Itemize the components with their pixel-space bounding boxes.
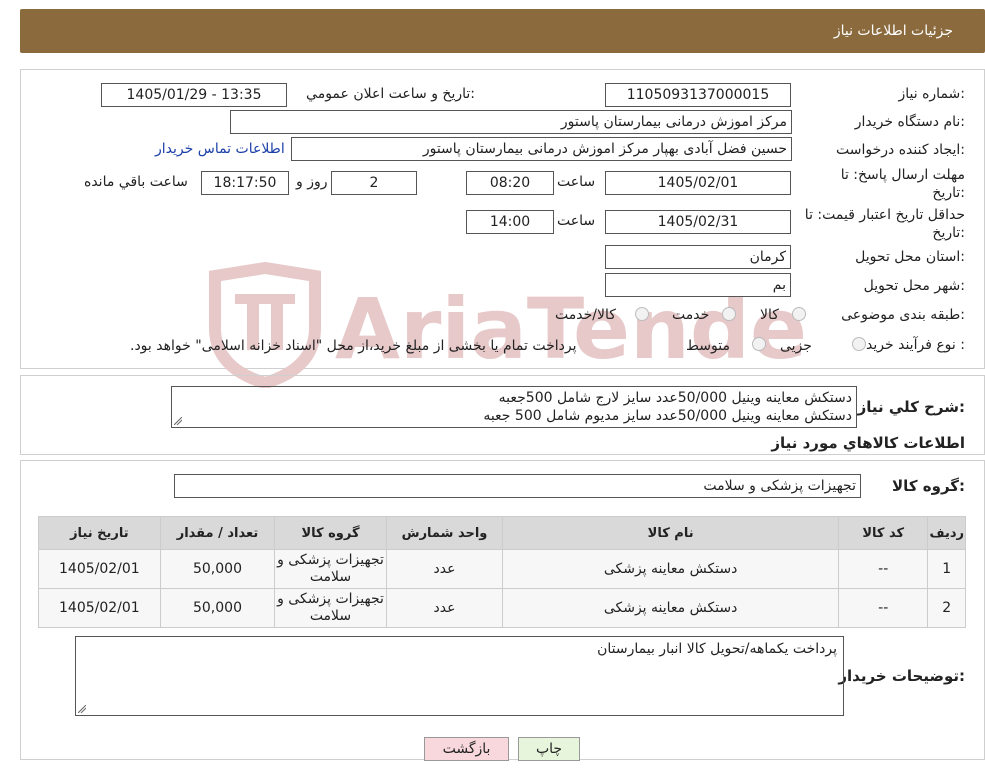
print-button[interactable]: چاپ xyxy=(518,737,580,761)
deadline-date-field: 1405/02/01 xyxy=(605,171,791,195)
validity-date-field: 1405/02/31 xyxy=(605,210,791,234)
col-code: کد کالا xyxy=(837,516,929,550)
category-service-label: خدمت xyxy=(672,307,710,323)
deadline-time-label: ساعت xyxy=(557,174,596,190)
deadline-label: مهلت ارسال پاسخ: تا تاریخ: xyxy=(840,167,965,201)
goods-group-field: تجهیزات پزشکی و سلامت xyxy=(174,474,861,498)
announce-field: 1405/01/29 - 13:35 xyxy=(101,83,287,107)
goods-group-label: گروه کالا: xyxy=(892,477,965,495)
remaining-label: ساعت باقي مانده xyxy=(84,174,188,190)
process-note: پرداخت تمام یا بخشی از مبلغ خرید،از محل … xyxy=(130,338,577,354)
requester-label: ایجاد کننده درخواست: xyxy=(836,142,965,158)
notes-label: توضیحات خریدار: xyxy=(838,667,965,685)
resize-handle-icon[interactable] xyxy=(78,705,86,713)
page-header: جزئیات اطلاعات نیاز xyxy=(20,9,985,53)
col-row-num: رديف xyxy=(927,516,966,550)
col-date: تاریخ نیاز xyxy=(38,516,161,550)
col-unit: واحد شمارش xyxy=(385,516,504,550)
description-label: شرح كلي نياز: xyxy=(857,398,965,416)
cell-code: -- xyxy=(837,549,929,589)
validity-time-label: ساعت xyxy=(557,213,596,229)
process-minor-label: جزیی xyxy=(780,338,812,354)
description-line: دستکش معاینه وینیل 50/000عدد سایز مدیوم … xyxy=(483,408,852,424)
table-row: 2 -- دستکش معاینه پزشکی عدد تجهیزات پزشک… xyxy=(38,588,966,628)
col-name: نام کالا xyxy=(502,516,839,550)
announce-label: تاریخ و ساعت اعلان عمومي: xyxy=(306,86,475,102)
cell-group: تجهیزات پزشکی و سلامت xyxy=(274,549,387,589)
resize-handle-icon[interactable] xyxy=(174,417,182,425)
province-field: کرمان xyxy=(605,245,791,269)
requester-field: حسین فضل آبادی بهپار مرکز اموزش درمانی ب… xyxy=(291,137,792,161)
buyer-contact-link[interactable]: اطلاعات تماس خریدار xyxy=(155,141,285,157)
cell-qty: 50,000 xyxy=(159,588,276,628)
category-service-radio[interactable] xyxy=(722,307,736,321)
cell-date: 1405/02/01 xyxy=(38,549,161,589)
need-number-label: شماره نیاز: xyxy=(898,86,965,102)
process-medium-radio[interactable] xyxy=(752,337,766,351)
cell-unit: عدد xyxy=(385,588,504,628)
days-field: 2 xyxy=(331,171,417,195)
cell-unit: عدد xyxy=(385,549,504,589)
category-goods-radio[interactable] xyxy=(792,307,806,321)
deadline-time-field: 08:20 xyxy=(466,171,554,195)
category-both-radio[interactable] xyxy=(635,307,649,321)
notes-text: پرداخت یکماهه/تحویل کالا انبار بیمارستان xyxy=(597,641,837,657)
process-minor-radio[interactable] xyxy=(852,337,866,351)
cell-group: تجهیزات پزشکی و سلامت xyxy=(274,588,387,628)
category-label: طبقه بندی موضوعی: xyxy=(841,307,965,323)
cell-name: دستکش معاینه پزشکی xyxy=(502,549,839,589)
province-label: استان محل تحویل: xyxy=(855,249,965,265)
category-goods-label: کالا xyxy=(760,307,779,323)
col-group: گروه کالا xyxy=(274,516,387,550)
description-textarea[interactable]: دستکش معاینه وینیل 50/000عدد سایز لارج ش… xyxy=(171,386,857,428)
cell-qty: 50,000 xyxy=(159,549,276,589)
goods-table: رديف کد کالا نام کالا واحد شمارش گروه کا… xyxy=(38,516,966,628)
notes-textarea[interactable]: پرداخت یکماهه/تحویل کالا انبار بیمارستان xyxy=(75,636,844,716)
cell-name: دستکش معاینه پزشکی xyxy=(502,588,839,628)
description-line: دستکش معاینه وینیل 50/000عدد سایز لارج ش… xyxy=(498,390,852,406)
cell-row-num: 1 xyxy=(927,549,966,589)
city-label: شهر محل تحویل: xyxy=(863,278,965,294)
buyer-org-field: مرکز اموزش درمانی بیمارستان پاستور xyxy=(230,110,792,134)
process-medium-label: متوسط xyxy=(686,338,730,354)
need-number-field: 1105093137000015 xyxy=(605,83,791,107)
cell-date: 1405/02/01 xyxy=(38,588,161,628)
back-button[interactable]: بازگشت xyxy=(424,737,509,761)
cell-row-num: 2 xyxy=(927,588,966,628)
remaining-time-field: 18:17:50 xyxy=(201,171,289,195)
page-title: جزئیات اطلاعات نیاز xyxy=(833,23,953,39)
cell-code: -- xyxy=(837,588,929,628)
process-label: نوع فرآیند خرید : xyxy=(866,337,965,353)
validity-label: حداقل تاریخ اعتبار قیمت: تا تاریخ: xyxy=(804,207,965,241)
goods-section-title: اطلاعات كالاهاي مورد نياز xyxy=(771,434,965,452)
col-qty: تعداد / مقدار xyxy=(159,516,276,550)
validity-time-field: 14:00 xyxy=(466,210,554,234)
table-row: 1 -- دستکش معاینه پزشکی عدد تجهیزات پزشک… xyxy=(38,549,966,589)
city-field: بم xyxy=(605,273,791,297)
buyer-org-label: نام دستگاه خریدار: xyxy=(854,114,965,130)
category-both-label: کالا/خدمت xyxy=(555,307,616,323)
table-header-row: رديف کد کالا نام کالا واحد شمارش گروه کا… xyxy=(38,516,966,550)
days-label: روز و xyxy=(296,174,328,190)
